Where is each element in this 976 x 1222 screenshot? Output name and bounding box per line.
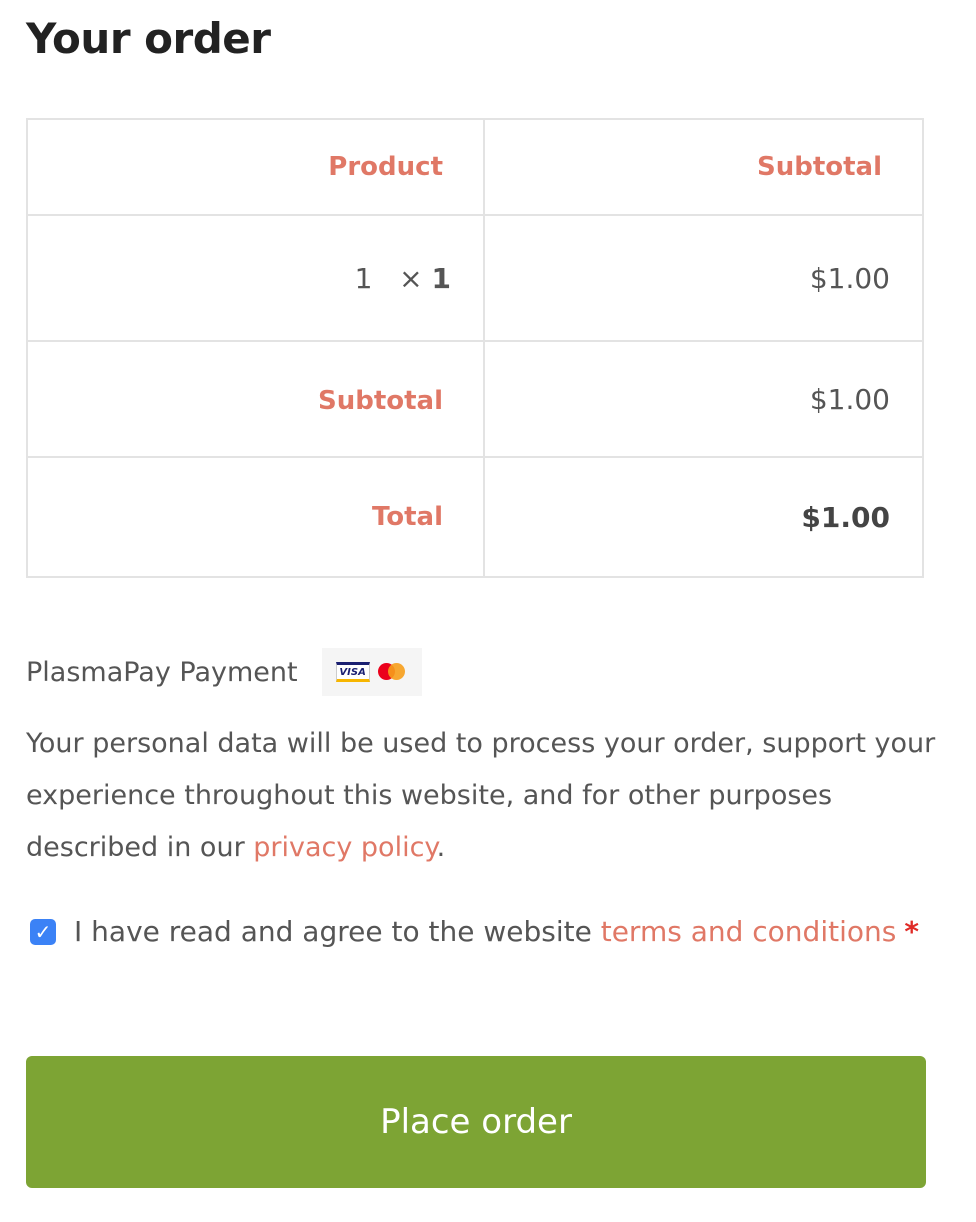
subtotal-column-header: Subtotal bbox=[483, 118, 924, 216]
place-order-button[interactable]: Place order bbox=[26, 1056, 926, 1188]
product-cell: 1 × 1 bbox=[26, 214, 485, 342]
terms-link[interactable]: terms and conditions bbox=[601, 915, 897, 948]
terms-checkbox[interactable]: ✓ bbox=[30, 918, 56, 945]
product-name: 1 bbox=[354, 261, 373, 295]
payment-card-icons: VISA bbox=[321, 648, 422, 696]
mastercard-icon bbox=[376, 661, 408, 683]
page-title: Your order bbox=[26, 14, 271, 63]
privacy-text: Your personal data will be used to proce… bbox=[26, 728, 936, 863]
table-row: 1 × 1 $1.00 bbox=[26, 214, 924, 342]
order-review-table: Product Subtotal 1 × 1 $1.00 Subtotal $1… bbox=[26, 118, 924, 578]
terms-text: I have read and agree to the website bbox=[74, 915, 592, 948]
product-subtotal: $1.00 bbox=[483, 214, 924, 342]
privacy-end: . bbox=[436, 832, 446, 863]
order-total-value: $1.00 bbox=[483, 456, 924, 578]
times-sign: × bbox=[399, 261, 423, 295]
order-total-label: Total bbox=[26, 456, 485, 578]
cart-subtotal-label: Subtotal bbox=[26, 340, 485, 458]
visa-icon: VISA bbox=[335, 662, 370, 682]
terms-checkbox-row[interactable]: ✓ I have read and agree to the website t… bbox=[30, 915, 919, 948]
privacy-policy-text: Your personal data will be used to proce… bbox=[26, 718, 936, 874]
payment-method-label: PlasmaPay Payment bbox=[26, 656, 298, 688]
cart-subtotal-value: $1.00 bbox=[483, 340, 924, 458]
payment-method[interactable]: PlasmaPay Payment VISA bbox=[26, 648, 422, 696]
order-total-row: Total $1.00 bbox=[26, 456, 924, 578]
product-column-header: Product bbox=[26, 118, 485, 216]
product-quantity: 1 bbox=[431, 261, 451, 295]
required-asterisk: * bbox=[904, 915, 919, 948]
cart-subtotal-row: Subtotal $1.00 bbox=[26, 340, 924, 458]
privacy-policy-link[interactable]: privacy policy bbox=[253, 832, 436, 863]
